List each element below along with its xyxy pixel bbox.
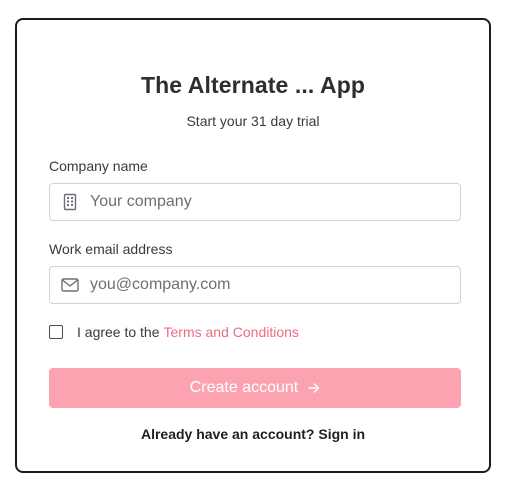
app-title: The Alternate ... App	[140, 72, 366, 98]
trial-subtitle: Start your 31 day trial	[186, 113, 320, 129]
create-account-label: Create account	[189, 379, 299, 396]
work-email-input[interactable]	[90, 268, 450, 302]
company-name-label: Company name	[49, 158, 148, 174]
work-email-field[interactable]	[49, 266, 461, 304]
terms-agreement-text: I agree to the	[77, 324, 160, 340]
envelope-icon	[50, 267, 90, 303]
terms-checkbox[interactable]	[49, 325, 63, 339]
terms-and-conditions-link[interactable]: Terms and Conditions	[164, 324, 299, 340]
signup-card: The Alternate ... App Start your 31 day …	[15, 18, 491, 473]
terms-agreement-row: I agree to the Terms and Conditions	[49, 322, 299, 342]
company-name-field[interactable]	[49, 183, 461, 221]
building-icon	[50, 184, 90, 220]
create-account-button[interactable]: Create account	[49, 368, 461, 408]
work-email-label: Work email address	[49, 241, 173, 257]
arrow-right-icon	[308, 382, 320, 394]
company-name-input[interactable]	[90, 185, 450, 219]
sign-in-link[interactable]: Already have an account? Sign in	[17, 426, 489, 442]
